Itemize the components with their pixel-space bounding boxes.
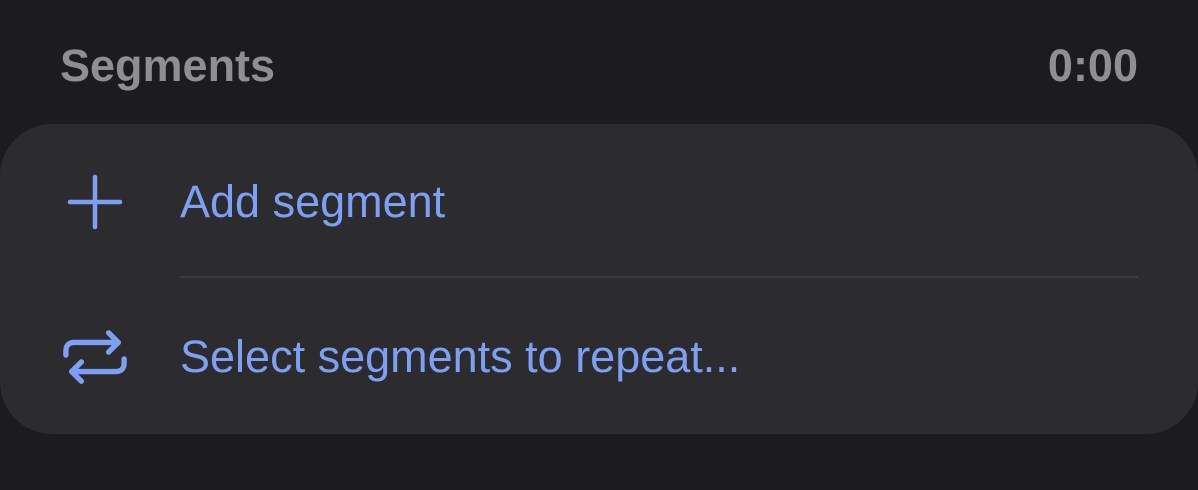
select-repeat-segments-button[interactable]: Select segments to repeat... [0, 279, 1198, 434]
section-title: Segments [60, 40, 276, 91]
repeat-icon [62, 324, 128, 390]
add-segment-label: Add segment [180, 175, 446, 227]
total-duration: 0:00 [1047, 40, 1138, 91]
plus-icon [62, 169, 128, 235]
add-segment-button[interactable]: Add segment [0, 124, 1198, 279]
select-repeat-label: Select segments to repeat... [180, 330, 741, 382]
section-header: Segments 0:00 [60, 36, 1138, 96]
segments-card: Add segment Select segments to repeat... [0, 124, 1198, 434]
row-divider [180, 276, 1138, 278]
